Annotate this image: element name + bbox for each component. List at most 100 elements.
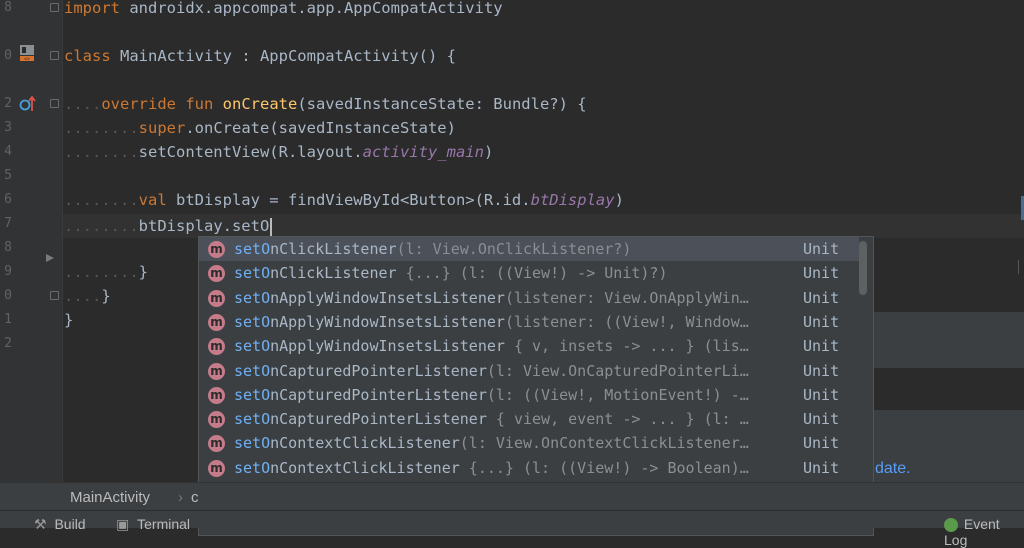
popup-scrollbar[interactable] bbox=[859, 241, 867, 295]
name-rest: nClickListener bbox=[270, 240, 397, 258]
code-line[interactable]: ........setContentView(R.layout.activity… bbox=[64, 140, 493, 164]
completion-item[interactable]: m setOnContextClickListener(l: View.OnCon… bbox=[199, 431, 859, 455]
code-text: androidx.appcompat.app.AppCompatActivity bbox=[120, 0, 503, 17]
line-number: 2 bbox=[4, 96, 12, 111]
line-number: 3 bbox=[4, 120, 12, 135]
completion-item[interactable]: m setOnContextClickListener {...} (l: ((V… bbox=[199, 456, 859, 480]
completion-item[interactable]: m setOnCapturedPointerListener(l: View.On… bbox=[199, 359, 859, 383]
return-type: Unit bbox=[803, 240, 840, 258]
method-icon: m bbox=[208, 459, 225, 477]
code-line[interactable]: ....override fun onCreate(savedInstanceS… bbox=[64, 92, 587, 116]
completion-item[interactable]: m setOnApplyWindowInsetsListener(listener… bbox=[199, 286, 859, 310]
completion-name: setOnApplyWindowInsetsListener { v, inse… bbox=[234, 334, 749, 358]
completion-signature: (l: ((View!, MotionEvent!) -… bbox=[486, 385, 749, 404]
breadcrumb-class[interactable]: MainActivity bbox=[70, 489, 150, 506]
completion-item[interactable]: m setOnClickListener(l: View.OnClickListe… bbox=[199, 237, 859, 261]
completion-signature: (listener: ((View!, Window… bbox=[504, 312, 749, 331]
match-prefix: setO bbox=[234, 264, 271, 283]
code-line-current[interactable]: ........btDisplay.setO bbox=[64, 214, 273, 238]
line-number: 0 bbox=[4, 288, 12, 303]
code-text: } bbox=[138, 263, 148, 281]
completion-signature: (l: View.OnClickListener?) bbox=[396, 240, 632, 258]
terminal-tool-button[interactable]: ▣ Terminal bbox=[116, 516, 190, 533]
code-line[interactable]: ........val btDisplay = findViewById<But… bbox=[64, 188, 624, 212]
return-type: Unit bbox=[803, 434, 840, 453]
completion-name: setOnContextClickListener(l: View.OnCont… bbox=[234, 431, 749, 455]
name-rest: nApplyWindowInsetsListener bbox=[270, 288, 505, 307]
completion-name: setOnApplyWindowInsetsListener(listener:… bbox=[234, 286, 749, 310]
code-text: btDisplay = findViewById<Button>(R.id. bbox=[166, 191, 531, 209]
completion-name: setOnCapturedPointerListener { view, eve… bbox=[234, 407, 749, 431]
name-rest: nCapturedPointerListener bbox=[270, 410, 487, 429]
resource-ref: btDisplay bbox=[530, 191, 615, 209]
name-rest: nApplyWindowInsetsListener bbox=[270, 337, 505, 356]
breakpoint-arrow-icon bbox=[46, 254, 54, 262]
method-icon: m bbox=[208, 338, 225, 356]
completion-name: setOnCapturedPointerListener(l: ((View!,… bbox=[234, 383, 749, 407]
completion-item[interactable]: m setOnApplyWindowInsetsListener { v, ins… bbox=[199, 334, 859, 358]
completion-signature: { view, event -> ... } (l: … bbox=[486, 410, 749, 429]
code-line[interactable]: } bbox=[64, 308, 73, 332]
completion-signature: {...} (l: ((View!) -> Unit)?) bbox=[396, 264, 668, 283]
return-type: Unit bbox=[803, 288, 840, 307]
match-prefix: setO bbox=[234, 385, 271, 404]
code-line[interactable]: ........} bbox=[64, 260, 148, 284]
keyword: import bbox=[64, 0, 120, 17]
return-type: Unit bbox=[803, 337, 840, 356]
breadcrumb: MainActivity › c bbox=[0, 482, 1024, 511]
code-text: ) bbox=[483, 143, 494, 161]
line-number: 1 bbox=[4, 312, 12, 327]
method-icon: m bbox=[208, 362, 225, 380]
completion-signature: (listener: View.OnApplyWin… bbox=[504, 288, 749, 307]
method-icon: m bbox=[208, 265, 225, 283]
breadcrumb-method[interactable]: c bbox=[191, 489, 199, 506]
event-log-button[interactable]: Event Log bbox=[944, 516, 1024, 548]
match-prefix: setO bbox=[234, 434, 271, 453]
match-prefix: setO bbox=[234, 410, 271, 429]
terminal-icon: ▣ bbox=[116, 516, 130, 532]
name-rest: nClickListener bbox=[270, 264, 397, 283]
completion-item[interactable]: m setOnClickListener {...} (l: ((View!) -… bbox=[199, 261, 859, 285]
keyword: val bbox=[138, 191, 167, 209]
keyword: override fun bbox=[101, 95, 214, 113]
fold-marker[interactable] bbox=[50, 291, 59, 300]
override-marker-icon[interactable] bbox=[19, 95, 37, 113]
line-number: 5 bbox=[4, 168, 12, 183]
code-line[interactable]: import androidx.appcompat.app.AppCompatA… bbox=[64, 0, 503, 20]
fold-marker[interactable] bbox=[50, 51, 59, 60]
keyword: super bbox=[138, 119, 186, 137]
line-number: 2 bbox=[4, 336, 12, 351]
completion-name: setOnClickListener {...} (l: ((View!) ->… bbox=[234, 261, 668, 285]
method-icon: m bbox=[208, 435, 225, 453]
text-caret bbox=[270, 217, 273, 236]
completion-name: setOnCapturedPointerListener(l: View.OnC… bbox=[234, 359, 749, 383]
return-type: Unit bbox=[803, 361, 840, 380]
code-text: (savedInstanceState: Bundle?) { bbox=[297, 95, 587, 113]
completion-item[interactable]: m setOnApplyWindowInsetsListener(listener… bbox=[199, 310, 859, 334]
name-rest: nApplyWindowInsetsListener bbox=[270, 312, 505, 331]
line-number: 7 bbox=[4, 216, 12, 231]
gutter-separator bbox=[62, 0, 63, 490]
completion-item[interactable]: m setOnCapturedPointerListener(l: ((View!… bbox=[199, 383, 859, 407]
code-text: ) bbox=[614, 191, 624, 209]
fold-marker[interactable] bbox=[50, 3, 59, 12]
build-tool-button[interactable]: ⚒ Build bbox=[34, 516, 86, 533]
name-rest: nContextClickListener bbox=[270, 458, 460, 477]
completion-item[interactable]: m setOnCapturedPointerListener { view, ev… bbox=[199, 407, 859, 431]
update-link[interactable]: date. bbox=[875, 460, 911, 478]
code-line[interactable]: class MainActivity : AppCompatActivity()… bbox=[64, 44, 456, 68]
code-line[interactable]: ........super.onCreate(savedInstanceStat… bbox=[64, 116, 456, 140]
build-label: Build bbox=[54, 516, 86, 532]
return-type: Unit bbox=[803, 458, 840, 477]
code-text: MainActivity : AppCompatActivity() { bbox=[110, 47, 456, 65]
code-line[interactable]: ....} bbox=[64, 284, 111, 308]
match-prefix: setO bbox=[234, 312, 271, 331]
completion-name: setOnApplyWindowInsetsListener(listener:… bbox=[234, 310, 749, 334]
fold-marker[interactable] bbox=[50, 99, 59, 108]
completion-signature: (l: View.OnCapturedPointerLi… bbox=[486, 361, 749, 380]
line-number: 4 bbox=[4, 144, 12, 159]
completion-name: setOnContextClickListener {...} (l: ((Vi… bbox=[234, 456, 749, 480]
completion-signature: { v, insets -> ... } (lis… bbox=[504, 337, 749, 356]
match-prefix: setO bbox=[234, 361, 271, 380]
activity-layout-icon[interactable]: <> bbox=[19, 44, 35, 62]
